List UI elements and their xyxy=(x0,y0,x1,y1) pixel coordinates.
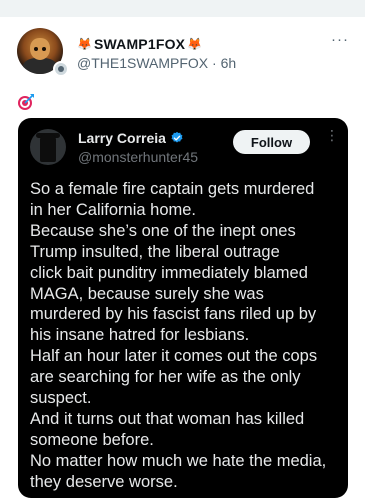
more-options-button[interactable]: ··· xyxy=(331,31,349,48)
author-handle-row: @THE1SWAMPFOX · 6h xyxy=(77,55,236,71)
quoted-text-line: suspect. xyxy=(30,389,92,408)
fox-emoji-icon: 🦊 xyxy=(187,37,203,51)
follow-button[interactable]: Follow xyxy=(233,130,310,154)
quoted-text-line: someone before. xyxy=(30,430,154,449)
fox-emoji-icon: 🦊 xyxy=(77,37,92,51)
quoted-text-line: MAGA, because surely she was xyxy=(30,284,264,303)
post-timestamp[interactable]: 6h xyxy=(221,55,237,71)
verified-badge-icon xyxy=(171,131,183,143)
quoted-more-options-button[interactable]: ⋮ xyxy=(325,128,339,142)
author-name-row[interactable]: 🦊 SWAMP1FOX 🦊 xyxy=(77,34,202,54)
quoted-text-line: murdered by his fascist fans riled up by xyxy=(30,305,317,324)
author-display-name[interactable]: SWAMP1FOX xyxy=(94,36,185,52)
quoted-text-line: his insane hatred for lesbians. xyxy=(30,326,250,345)
avatar-eye xyxy=(42,47,46,51)
quoted-text-line: click bait punditry immediately blamed xyxy=(30,263,308,282)
avatar-eye xyxy=(34,47,38,51)
quoted-post-text: So a female fire captain gets murdered i… xyxy=(30,179,346,493)
quoted-text-line: are searching for her wife as the only xyxy=(30,368,301,387)
quoted-text-line: Because she’s one of the inept ones xyxy=(30,221,296,240)
avatar-shirt xyxy=(23,58,57,74)
quoted-post-card[interactable]: Larry Correia @monsterhunter45 Follow ⋮ … xyxy=(18,118,348,498)
author-handle[interactable]: @THE1SWAMPFOX xyxy=(77,55,208,71)
quoted-text-line: Trump insulted, the liberal outrage xyxy=(30,242,280,261)
affiliate-badge-icon xyxy=(53,61,69,77)
quoted-text-line: they deserve worse. xyxy=(30,472,178,491)
post[interactable]: 🦊 SWAMP1FOX 🦊 @THE1SWAMPFOX · 6h ··· 🎯 L… xyxy=(0,17,365,500)
quoted-author-display-name[interactable]: Larry Correia xyxy=(78,130,166,146)
avatar-silhouette xyxy=(40,134,56,162)
quoted-author-avatar[interactable] xyxy=(30,129,66,165)
quoted-author-name-row[interactable]: Larry Correia xyxy=(78,130,184,146)
quoted-text-line: And it turns out that woman has killed xyxy=(30,409,305,428)
quoted-text-line: in her California home. xyxy=(30,200,196,219)
quoted-text-line: No matter how much we hate the media, xyxy=(30,451,327,470)
separator: · xyxy=(212,55,217,71)
quoted-author-handle[interactable]: @monsterhunter45 xyxy=(78,149,198,165)
direct-hit-icon xyxy=(18,94,34,110)
quoted-text-line: Half an hour later it comes out the cops xyxy=(30,347,318,366)
quoted-text-line: So a female fire captain gets murdered xyxy=(30,180,315,198)
avatar-face xyxy=(30,38,50,60)
top-divider-strip xyxy=(0,0,365,17)
